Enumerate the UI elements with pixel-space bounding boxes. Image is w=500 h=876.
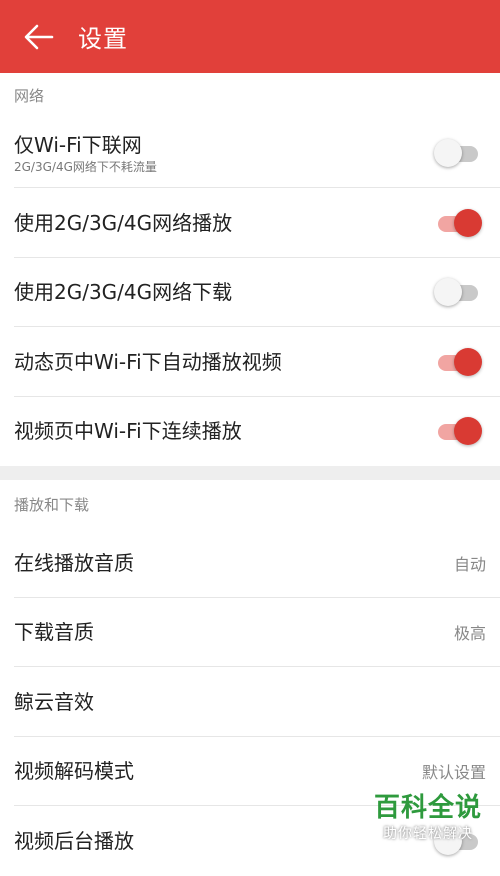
setting-download-quality[interactable]: 下载音质 极高 — [0, 598, 500, 668]
setting-text: 使用2G/3G/4G网络播放 — [14, 210, 434, 236]
mobile-play-toggle[interactable] — [434, 208, 482, 238]
watermark-logo: 百科全说 助你轻松解决 — [368, 792, 488, 844]
setting-text: 下载音质 — [14, 619, 454, 645]
toggle-knob — [454, 347, 482, 376]
section-divider — [0, 466, 500, 480]
video-continuous-toggle[interactable] — [434, 416, 482, 446]
setting-mobile-play[interactable]: 使用2G/3G/4G网络播放 — [0, 188, 500, 258]
setting-label: 使用2G/3G/4G网络下载 — [14, 280, 233, 305]
arrow-left-icon — [24, 24, 54, 49]
setting-text: 动态页中Wi-Fi下自动播放视频 — [14, 349, 434, 375]
setting-label: 视频解码模式 — [14, 759, 134, 784]
setting-value: 默认设置 — [421, 763, 486, 783]
setting-value: 自动 — [453, 554, 486, 574]
setting-text: 鲸云音效 — [14, 689, 486, 715]
page-title: 设置 — [78, 25, 128, 53]
setting-text: 在线播放音质 — [14, 550, 454, 576]
setting-text: 视频页中Wi-Fi下连续播放 — [14, 418, 434, 444]
setting-subtitle: 2G/3G/4G网络下不耗流量 — [14, 159, 157, 174]
setting-feed-autoplay[interactable]: 动态页中Wi-Fi下自动播放视频 — [0, 327, 500, 397]
feed-autoplay-toggle[interactable] — [434, 347, 482, 377]
setting-label: 鲸云音效 — [14, 689, 94, 714]
setting-text: 仅Wi-Fi下联网 2G/3G/4G网络下不耗流量 — [14, 132, 434, 175]
mobile-download-toggle[interactable] — [434, 277, 480, 307]
setting-label: 下载音质 — [14, 620, 94, 645]
toggle-knob — [434, 139, 462, 167]
setting-label: 动态页中Wi-Fi下自动播放视频 — [14, 349, 282, 374]
setting-label: 视频页中Wi-Fi下连续播放 — [14, 419, 242, 444]
settings-list: 网络 仅Wi-Fi下联网 2G/3G/4G网络下不耗流量 使用2G/3G/4G网… — [0, 73, 500, 876]
section-header-network: 网络 — [14, 87, 45, 105]
setting-value: 极高 — [453, 624, 486, 644]
setting-text: 使用2G/3G/4G网络下载 — [14, 279, 434, 305]
watermark-title: 百科全说 — [373, 793, 482, 823]
setting-video-continuous[interactable]: 视频页中Wi-Fi下连续播放 — [0, 397, 500, 467]
setting-label: 使用2G/3G/4G网络播放 — [14, 210, 233, 235]
back-button[interactable] — [0, 0, 78, 73]
setting-wifi-only[interactable]: 仅Wi-Fi下联网 2G/3G/4G网络下不耗流量 — [0, 118, 500, 188]
setting-sound-effect[interactable]: 鲸云音效 — [0, 667, 500, 737]
setting-mobile-download[interactable]: 使用2G/3G/4G网络下载 — [0, 258, 500, 328]
toggle-knob — [434, 278, 462, 307]
setting-label: 在线播放音质 — [14, 550, 134, 575]
setting-text: 视频解码模式 — [14, 758, 422, 784]
toggle-knob — [454, 417, 482, 446]
setting-label: 仅Wi-Fi下联网 — [14, 132, 142, 157]
watermark-subtitle: 助你轻松解决 — [383, 826, 473, 842]
section-header-playback: 播放和下载 — [14, 495, 90, 514]
toggle-knob — [454, 208, 482, 237]
setting-online-quality[interactable]: 在线播放音质 自动 — [0, 528, 500, 598]
app-bar: 设置 — [0, 0, 500, 73]
wifi-only-toggle[interactable] — [434, 138, 480, 168]
